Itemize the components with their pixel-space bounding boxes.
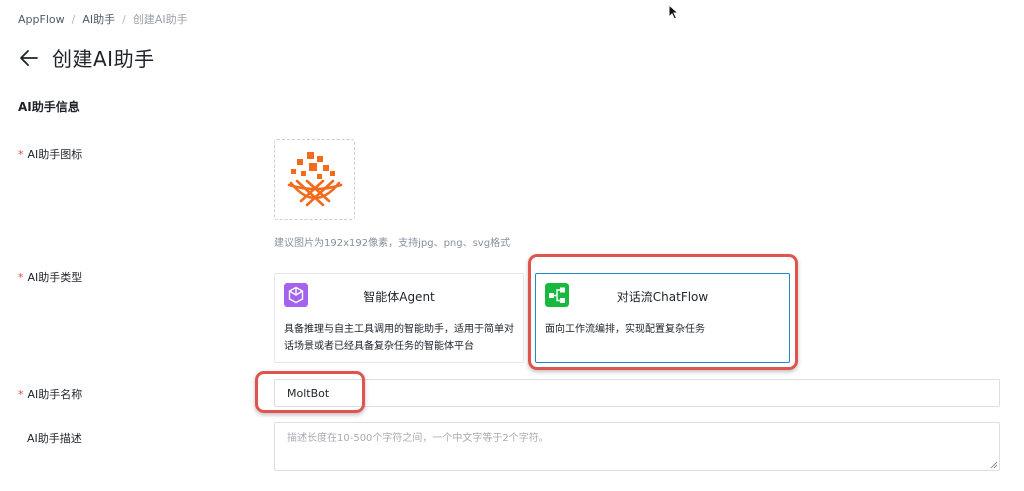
name-input[interactable]: [274, 379, 1000, 407]
required-mark: *: [18, 271, 24, 284]
type-card-chatflow-title: 对话流ChatFlow: [616, 290, 709, 304]
name-field-label-text: AI助手名称: [27, 388, 83, 401]
type-card-chatflow-description: 面向工作流编排，实现配置复杂任务: [545, 324, 705, 335]
required-mark: *: [18, 148, 24, 161]
icon-upload-box[interactable]: [274, 139, 355, 220]
breadcrumb-separator: /: [122, 12, 126, 26]
description-field-label-text: AI助手描述: [27, 432, 82, 445]
type-card-agent-description: 具备推理与自主工具调用的智能助手，适用于简单对话场景或者已经具备复杂任务的智能体…: [284, 324, 514, 352]
page-title: 创建AI助手: [52, 47, 155, 71]
breadcrumb-separator: /: [71, 12, 76, 26]
section-title: AI助手信息: [18, 100, 80, 114]
type-field-label: * AI助手类型: [18, 269, 82, 285]
required-mark: *: [18, 388, 24, 401]
name-field-label: * AI助手名称: [18, 386, 82, 402]
type-card-agent-title: 智能体Agent: [363, 290, 435, 304]
icon-field-label-text: AI助手图标: [27, 148, 83, 161]
mouse-cursor-icon: [668, 4, 680, 20]
page-header: 创建AI助手: [18, 43, 155, 72]
description-field-label: AI助手描述: [27, 430, 82, 446]
icon-upload-hint: 建议图片为192x192像素，支持jpg、png、svg格式: [274, 238, 511, 249]
description-textarea[interactable]: [274, 422, 1000, 471]
type-field-label-text: AI助手类型: [27, 271, 83, 284]
breadcrumb: AppFlow / AI助手 / 创建AI助手: [18, 11, 188, 27]
resize-handle-icon[interactable]: [989, 460, 998, 469]
type-card-chatflow[interactable]: 对话流ChatFlow 面向工作流编排，实现配置复杂任务: [535, 273, 790, 363]
breadcrumb-item-appflow[interactable]: AppFlow: [18, 13, 65, 26]
orange-nest-logo-icon: [287, 151, 342, 206]
breadcrumb-item-ai-assistant[interactable]: AI助手: [82, 11, 115, 27]
arrow-left-icon[interactable]: [18, 47, 40, 69]
type-card-agent[interactable]: 智能体Agent 具备推理与自主工具调用的智能助手，适用于简单对话场景或者已经具…: [274, 273, 524, 363]
icon-field-label: * AI助手图标: [18, 146, 82, 162]
breadcrumb-item-create: 创建AI助手: [132, 13, 188, 26]
